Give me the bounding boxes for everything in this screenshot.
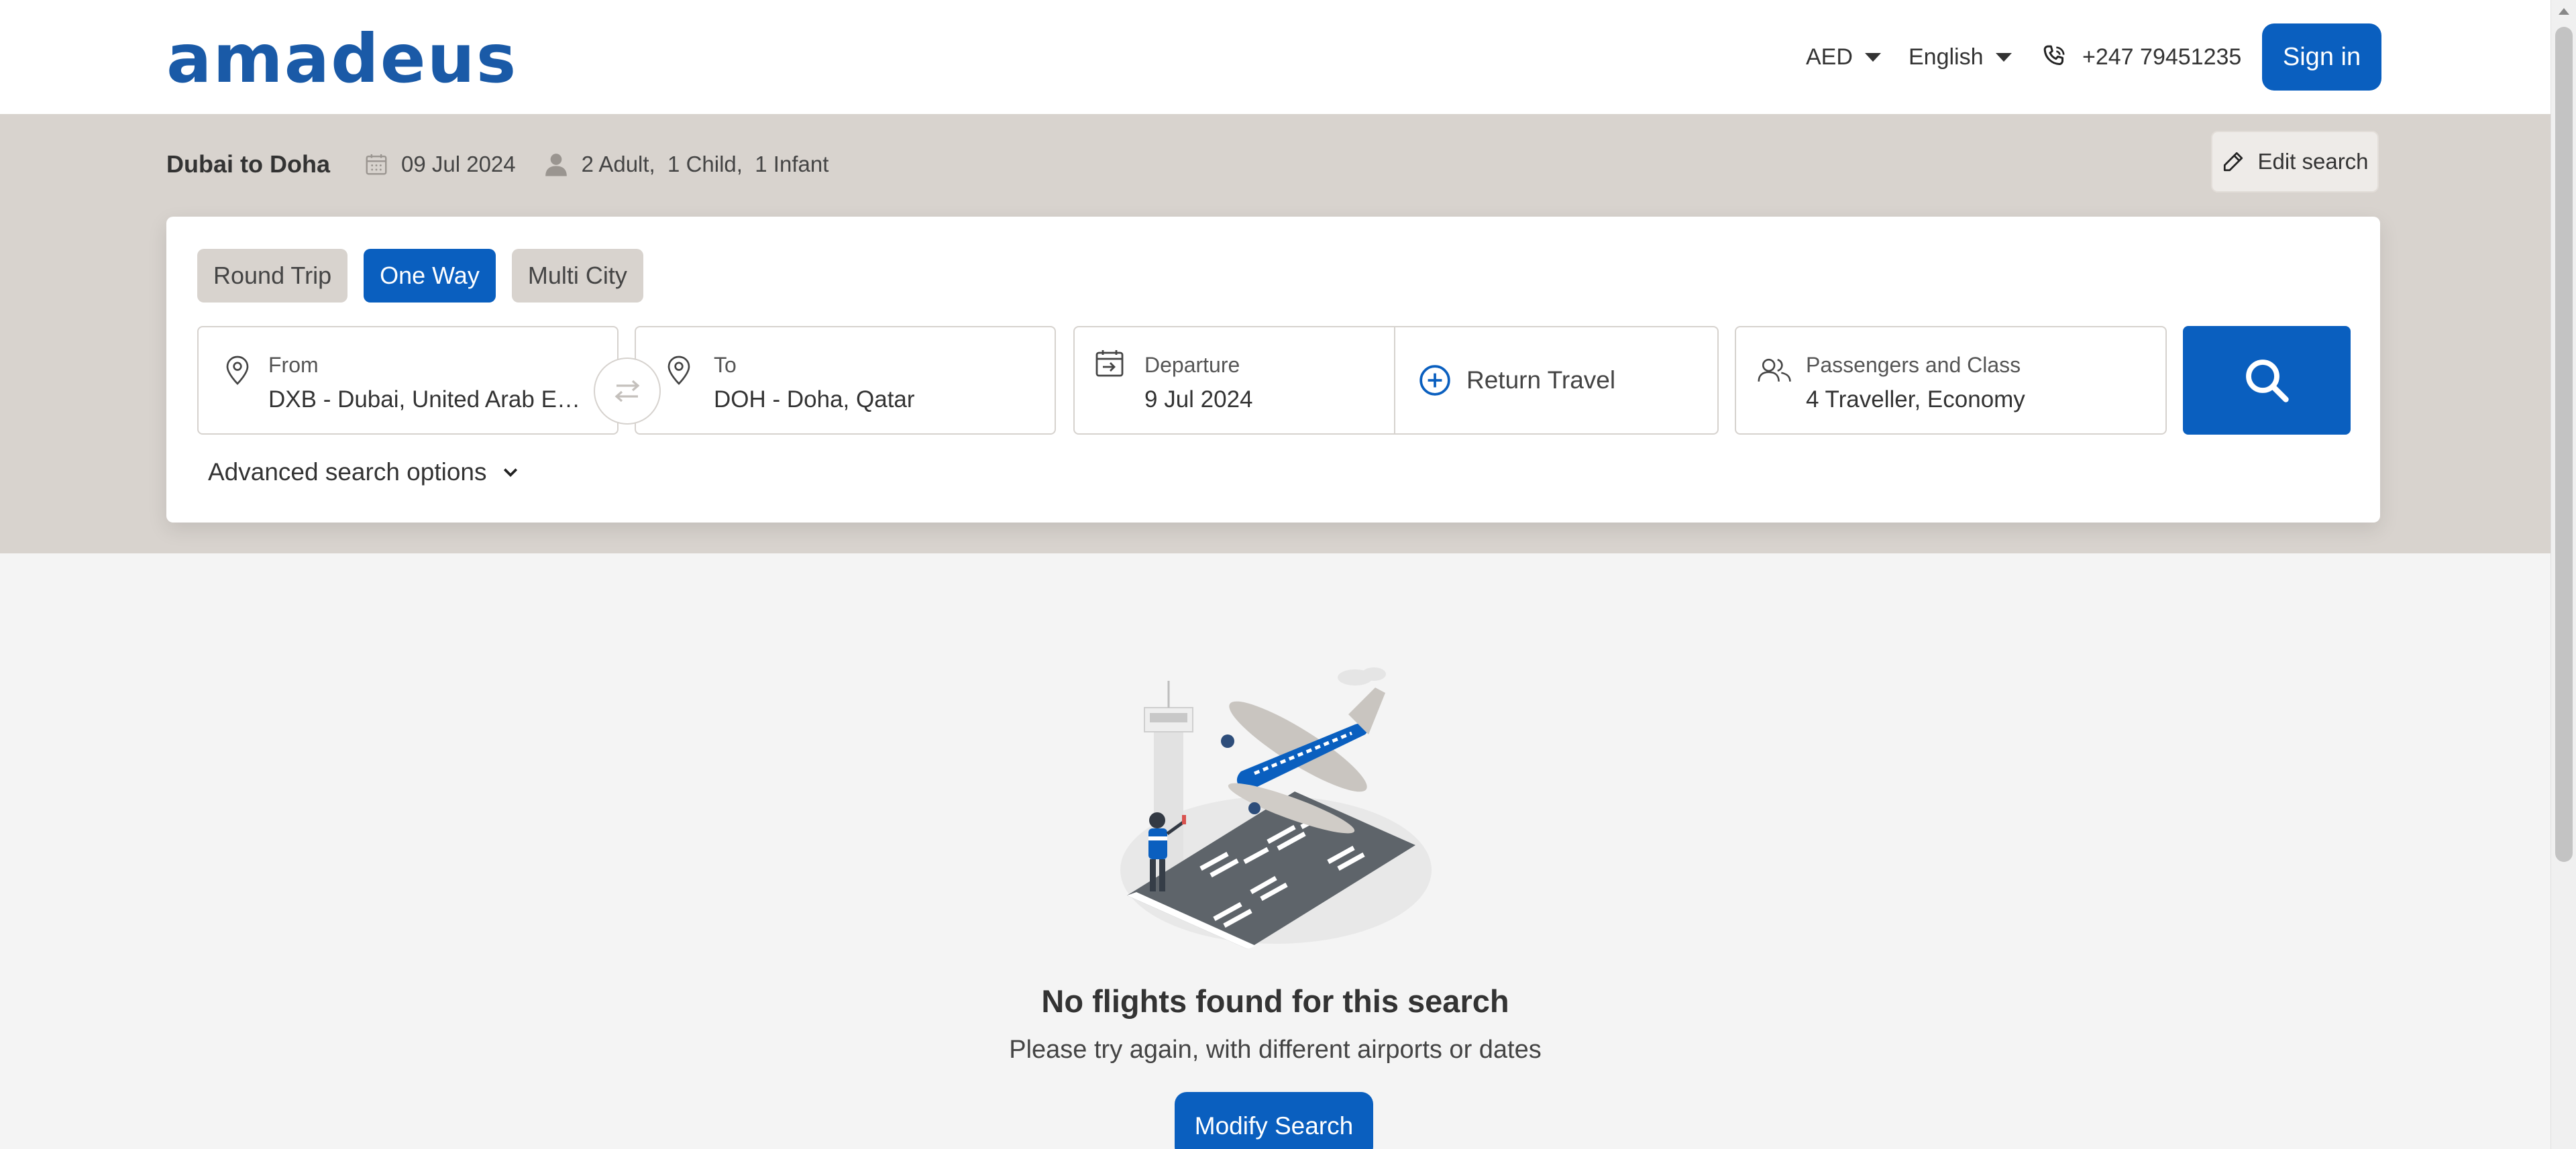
chevron-down-icon — [503, 468, 517, 478]
no-results-subtitle: Please try again, with different airport… — [1009, 1036, 1542, 1064]
chevron-down-icon — [1864, 52, 1881, 62]
modify-search-button[interactable]: Modify Search — [1175, 1092, 1373, 1149]
page-scrollbar[interactable] — [2551, 0, 2576, 1149]
summary-passengers: 2 Adult, 1 Child, 1 Infant — [581, 152, 829, 176]
phone-icon — [2043, 45, 2065, 65]
from-field[interactable]: From DXB - Dubai, United Arab Emirates — [197, 326, 619, 435]
language-selector[interactable]: English — [1909, 40, 2012, 74]
no-results-title: No flights found for this search — [1041, 983, 1509, 1019]
scroll-up-icon[interactable] — [2559, 8, 2569, 15]
sign-in-button[interactable]: Sign in — [2262, 23, 2381, 91]
swap-arrows-icon — [614, 380, 640, 402]
summary-date: 09 Jul 2024 — [400, 152, 516, 176]
calendar-arrow-icon — [1095, 350, 1124, 377]
airport-runway-illustration — [1120, 667, 1432, 949]
phone-number: +247 79451235 — [2082, 44, 2242, 70]
location-pin-icon — [226, 355, 249, 385]
location-pin-icon — [667, 355, 690, 385]
phone-contact[interactable]: +247 79451235 — [2041, 40, 2241, 74]
users-icon — [1758, 358, 1791, 382]
search-card: Round Trip One Way Multi City From DXB -… — [166, 217, 2380, 523]
person-icon — [545, 154, 567, 176]
swap-airports-button[interactable] — [594, 358, 661, 425]
amadeus-logo[interactable]: amadeus — [166, 25, 517, 93]
edit-search-button[interactable]: Edit search — [2211, 131, 2379, 193]
chevron-down-icon — [1995, 52, 2012, 62]
tab-multi-city[interactable]: Multi City — [511, 249, 643, 303]
departure-field[interactable]: Departure 9 Jul 2024 — [1075, 327, 1395, 433]
language-label: English — [1909, 44, 1984, 70]
departure-label: Departure — [1144, 353, 1240, 377]
to-value: DOH - Doha, Qatar — [714, 386, 915, 413]
trip-type-tabs: Round Trip One Way Multi City — [197, 249, 643, 303]
currency-selector[interactable]: AED — [1806, 40, 1881, 74]
from-value: DXB - Dubai, United Arab Emirates — [268, 386, 597, 413]
search-band: Dubai to Doha 09 Jul 2024 2 Adult, 1 Chi… — [0, 114, 2551, 553]
departure-value: 9 Jul 2024 — [1144, 386, 1253, 413]
to-field[interactable]: To DOH - Doha, Qatar — [635, 326, 1056, 435]
passengers-field[interactable]: Passengers and Class 4 Traveller, Econom… — [1735, 326, 2167, 435]
passengers-label: Passengers and Class — [1806, 353, 2021, 377]
tab-round-trip[interactable]: Round Trip — [197, 249, 348, 303]
return-travel-label: Return Travel — [1466, 366, 1616, 394]
search-button[interactable] — [2183, 326, 2351, 435]
route-title: Dubai to Doha — [166, 150, 330, 178]
pencil-icon — [2224, 152, 2243, 172]
passengers-value: 4 Traveller, Economy — [1806, 386, 2025, 413]
advanced-search-toggle[interactable]: Advanced search options — [208, 458, 521, 486]
to-label: To — [714, 353, 737, 377]
search-summary: Dubai to Doha 09 Jul 2024 2 Adult, 1 Chi… — [166, 148, 828, 181]
from-label: From — [268, 353, 319, 377]
plus-circle-icon — [1419, 365, 1450, 396]
currency-label: AED — [1806, 44, 1853, 70]
tab-one-way[interactable]: One Way — [364, 249, 496, 303]
return-travel-button[interactable]: Return Travel — [1394, 327, 1716, 433]
advanced-search-label: Advanced search options — [208, 458, 487, 486]
scrollbar-thumb[interactable] — [2555, 27, 2573, 862]
edit-search-label: Edit search — [2257, 149, 2369, 174]
top-header: amadeus AED English +247 79451235 Sign i… — [0, 0, 2551, 114]
calendar-icon — [366, 154, 387, 175]
search-icon — [2246, 360, 2289, 402]
